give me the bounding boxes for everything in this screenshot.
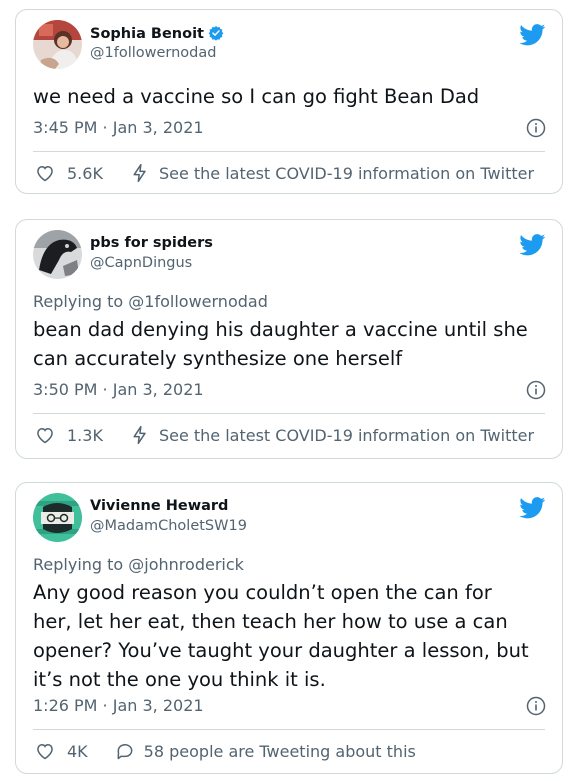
divider [33,413,545,414]
like-count[interactable]: 1.3K [67,426,103,445]
avatar-image [33,20,82,69]
divider [33,151,545,152]
info-icon[interactable] [526,380,546,400]
info-icon[interactable] [526,696,546,716]
replying-to[interactable]: Replying to @johnroderick [33,555,244,574]
like-count[interactable]: 5.6K [67,164,103,183]
handle[interactable]: @CapnDingus [90,255,192,271]
heart-icon[interactable] [35,425,55,445]
covid-info-link[interactable]: See the latest COVID-19 information on T… [159,164,534,183]
avatar-image [33,230,82,279]
tweet-actions: 5.6K See the latest COVID-19 information… [35,161,534,185]
handle[interactable]: @MadamCholetSW19 [90,518,247,534]
avatar-image [33,493,82,542]
tweet-actions: 1.3K See the latest COVID-19 information… [35,423,534,447]
twitter-bird-icon[interactable] [519,24,546,46]
display-name[interactable]: Vivienne Heward [90,498,228,514]
timestamp[interactable]: 1:26 PM · Jan 3, 2021 [33,696,204,715]
tweet-card[interactable]: Sophia Benoit @1followernodad we need a … [15,9,563,194]
lightning-icon [133,425,146,445]
tweeting-about-link[interactable]: 58 people are Tweeting about this [144,742,416,761]
tweet-card[interactable]: Vivienne Heward @MadamCholetSW19 Replyin… [15,482,563,774]
lightning-icon [133,163,146,183]
avatar[interactable] [33,20,82,69]
tweet-text: we need a vaccine so I can go fight Bean… [33,85,480,108]
tweet-text: bean dad denying his daughter a vaccine … [33,318,528,370]
timestamp[interactable]: 3:50 PM · Jan 3, 2021 [33,380,204,399]
tweet-actions: 4K 58 people are Tweeting about this [35,739,416,763]
divider [33,729,545,730]
avatar[interactable] [33,493,82,542]
twitter-bird-icon[interactable] [519,234,546,256]
info-icon[interactable] [526,118,546,138]
display-name[interactable]: Sophia Benoit [90,25,224,42]
display-name[interactable]: pbs for spiders [90,235,213,251]
heart-icon[interactable] [35,741,55,761]
tweet-text: Any good reason you couldn’t open the ca… [33,581,529,691]
verified-badge-icon [208,26,224,41]
heart-icon[interactable] [35,163,55,183]
like-count[interactable]: 4K [67,742,88,761]
handle[interactable]: @1followernodad [90,45,216,61]
twitter-bird-icon[interactable] [519,497,546,519]
speech-bubble-icon [117,744,133,760]
replying-to[interactable]: Replying to @1followernodad [33,292,268,311]
avatar[interactable] [33,230,82,279]
tweet-card[interactable]: pbs for spiders @CapnDingus Replying to … [15,219,563,459]
covid-info-link[interactable]: See the latest COVID-19 information on T… [159,426,534,445]
timestamp[interactable]: 3:45 PM · Jan 3, 2021 [33,118,204,137]
